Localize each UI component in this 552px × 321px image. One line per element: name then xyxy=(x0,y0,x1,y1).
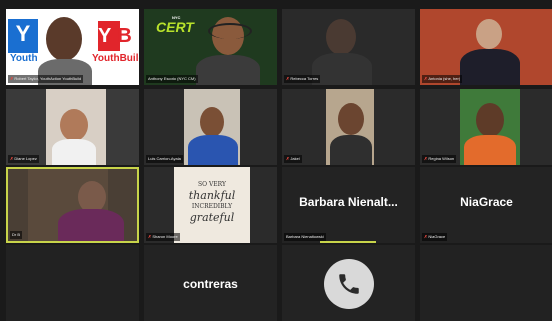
participant-display-name: contreras xyxy=(183,277,238,291)
participant-shirt xyxy=(464,135,516,165)
participant-face xyxy=(200,107,224,137)
participant-tile-anthony-escoto[interactable]: NYC CERT Anthony Escoto (NYC CM) xyxy=(144,9,277,85)
headset-icon xyxy=(208,23,252,39)
participant-face xyxy=(476,19,502,49)
participant-video xyxy=(420,89,552,165)
participant-name-tag: Anthony Escoto (NYC CM) xyxy=(146,75,198,83)
participant-shirt xyxy=(52,139,96,165)
participant-name: Sharon Moore xyxy=(152,234,178,239)
participant-video: Y Youth YB YouthBuild xyxy=(6,9,139,85)
participant-name: Dr B xyxy=(12,232,20,237)
gallery-grid: Y Youth YB YouthBuild ✗ Robert Taylor, Y… xyxy=(6,9,552,321)
participant-display-name: Barbara Nienalt... xyxy=(299,195,398,209)
participant-name: Jakel xyxy=(290,156,300,161)
participant-video: SO VERY thankful INCREDIBLY grateful xyxy=(144,167,277,243)
participant-tile-antonia[interactable]: ✗ Antonia (she, her) xyxy=(420,9,552,85)
mic-muted-icon: ✗ xyxy=(286,76,290,81)
participant-tile-luis-carrion-ayala[interactable]: Luis Carrion-Ayala xyxy=(144,89,277,165)
participant-shirt xyxy=(188,135,238,165)
participant-video xyxy=(8,169,137,241)
participant-name-tag: ✗ Robert Taylor, YouthAction YouthBuild xyxy=(8,75,84,83)
participant-name-tag: ✗ Jakel xyxy=(284,155,302,163)
participant-tile-jakel[interactable]: ✗ Jakel xyxy=(282,89,415,165)
participant-tile-empty xyxy=(6,245,139,321)
participant-video: NYC CERT xyxy=(144,9,277,85)
mic-muted-icon: ✗ xyxy=(424,76,428,81)
youth-logo-word: Youth xyxy=(10,53,38,64)
sign-line: thankful xyxy=(188,189,236,202)
participant-tile-rebecca-torres[interactable]: ✗ Rebecca Torres xyxy=(282,9,415,85)
participant-tile-empty xyxy=(420,245,552,321)
participant-name: Luis Carrion-Ayala xyxy=(148,156,181,161)
participant-tile-barbara[interactable]: Barbara Nienalt... Barbara Nienaltowski xyxy=(282,167,415,243)
participant-name: Barbara Nienaltowski xyxy=(286,234,324,239)
participant-name-tag: Luis Carrion-Ayala xyxy=(146,155,183,163)
participant-name-tag: ✗ Sharon Moore xyxy=(146,233,180,241)
youthbuild-logo-letters: YB xyxy=(98,25,132,47)
mic-muted-icon: ✗ xyxy=(424,234,428,239)
participant-tile-niagrace[interactable]: NiaGrace ✗ NiaGrace xyxy=(420,167,552,243)
participant-name: Antonia (she, her) xyxy=(428,76,461,81)
participant-shirt xyxy=(460,49,520,85)
participant-video xyxy=(420,9,552,85)
speaking-indicator xyxy=(320,241,376,243)
phone-icon xyxy=(324,259,374,309)
sign-line: INCREDIBLY xyxy=(191,203,233,210)
participant-tile-regina-wilson[interactable]: ✗ Regina Wilson xyxy=(420,89,552,165)
participant-tile-sharon-moore[interactable]: SO VERY thankful INCREDIBLY grateful ✗ S… xyxy=(144,167,277,243)
participant-face xyxy=(60,109,88,141)
participant-video xyxy=(282,89,415,165)
participant-face xyxy=(326,19,356,55)
participant-name: Rebecca Torres xyxy=(290,76,319,81)
participant-shirt xyxy=(330,135,372,165)
cert-logo: CERT xyxy=(156,19,194,35)
participant-tile-contreras[interactable]: contreras xyxy=(144,245,277,321)
participant-tile-phone[interactable] xyxy=(282,245,415,321)
participant-name-tag: ✗ Rebecca Torres xyxy=(284,75,321,83)
youth-logo-letter: Y xyxy=(15,21,31,46)
participant-tile-robert-taylor[interactable]: Y Youth YB YouthBuild ✗ Robert Taylor, Y… xyxy=(6,9,139,85)
participant-shirt xyxy=(58,209,124,241)
participant-tile-dr-b[interactable]: Dr B xyxy=(6,167,139,243)
participant-shirt xyxy=(312,53,372,85)
participant-name: Robert Taylor, YouthAction YouthBuild xyxy=(14,76,82,81)
youthbuild-logo-word: YouthBuild xyxy=(92,53,139,64)
participant-name: Anthony Escoto (NYC CM) xyxy=(148,76,196,81)
participant-shirt xyxy=(196,55,260,85)
mic-muted-icon: ✗ xyxy=(286,156,290,161)
thankful-sign: SO VERY thankful INCREDIBLY grateful xyxy=(174,167,250,243)
participant-name-tag: Dr B xyxy=(10,231,22,239)
participant-face xyxy=(46,17,82,61)
participant-name-tag: ✗ NiaGrace xyxy=(422,233,448,241)
mic-muted-icon: ✗ xyxy=(10,156,14,161)
sign-line: SO VERY xyxy=(198,181,226,188)
participant-name: NiaGrace xyxy=(428,234,446,239)
participant-name: Regina Wilson xyxy=(428,156,455,161)
participant-video xyxy=(6,89,139,165)
participant-name-tag: ✗ Regina Wilson xyxy=(422,155,457,163)
participant-video xyxy=(144,89,277,165)
participant-face xyxy=(338,103,364,135)
participant-display-name: NiaGrace xyxy=(460,195,513,209)
sign-line: grateful xyxy=(189,211,235,224)
participant-face xyxy=(476,103,504,137)
participant-video xyxy=(282,9,415,85)
participant-name-tag: Barbara Nienaltowski xyxy=(284,233,326,241)
mic-muted-icon: ✗ xyxy=(10,76,14,81)
participant-name: Diane Lopez xyxy=(14,156,37,161)
mic-muted-icon: ✗ xyxy=(424,156,428,161)
participant-name-tag: ✗ Diane Lopez xyxy=(8,155,39,163)
participant-name-tag: ✗ Antonia (she, her) xyxy=(422,75,463,83)
mic-muted-icon: ✗ xyxy=(148,234,152,239)
participant-tile-diane-lopez[interactable]: ✗ Diane Lopez xyxy=(6,89,139,165)
